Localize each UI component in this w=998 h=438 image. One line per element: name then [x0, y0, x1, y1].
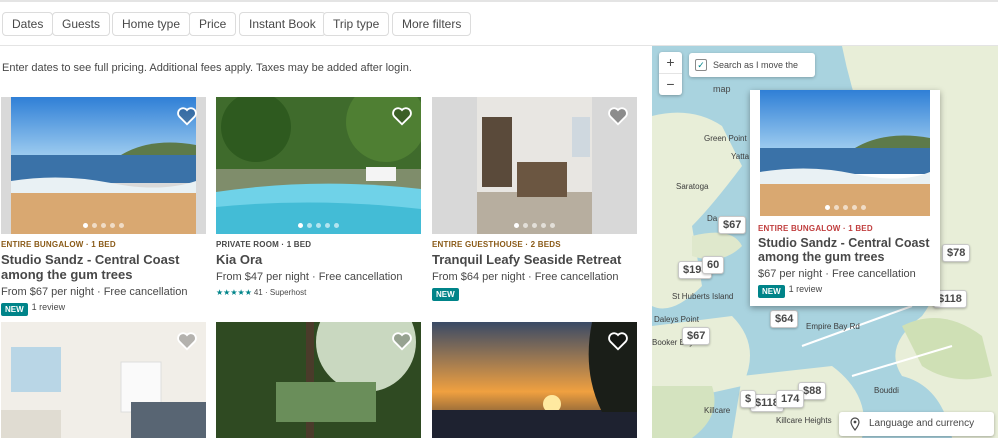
review-count: 1 review — [31, 302, 66, 312]
listing-type: PRIVATE ROOM · 1 BED — [216, 240, 312, 249]
rating-text: 41 · Superhost — [253, 288, 307, 297]
listing-price: From $47 per night · Free cancellation — [216, 271, 403, 283]
listing-photo[interactable] — [1, 322, 206, 438]
heart-icon[interactable] — [607, 105, 629, 127]
price-pin[interactable]: 174 — [776, 390, 805, 408]
rating-stars: ★★★★★ 41 · Superhost — [216, 288, 421, 297]
listing-photo[interactable] — [216, 97, 421, 234]
listing-photo[interactable] — [1, 97, 206, 234]
zoom-out-button[interactable]: − — [659, 73, 682, 94]
map-label-town: Da — [707, 214, 718, 223]
listing-card[interactable]: PRIVATE ROOM · 1 BED Kia Ora From $47 pe… — [216, 97, 421, 297]
map-label-town: St Huberts Island — [672, 292, 734, 301]
map[interactable]: Green Point Yatta Saratoga St Huberts Is… — [652, 46, 998, 438]
heart-icon[interactable] — [176, 330, 198, 352]
price-pin[interactable]: $67 — [718, 216, 747, 234]
filter-home-type-button[interactable]: Home type — [112, 12, 191, 36]
filter-guests-button[interactable]: Guests — [52, 12, 111, 36]
listing-card[interactable]: ENTIRE BUNGALOW · 1 BED Studio Sandz - C… — [1, 97, 206, 316]
listing-photo[interactable] — [432, 322, 637, 438]
checkbox-icon[interactable]: ✓ — [695, 59, 707, 71]
new-badge: NEW — [432, 288, 459, 301]
listing-title[interactable]: Tranquil Leafy Seaside Retreat — [432, 252, 637, 267]
listing-photo[interactable] — [432, 97, 637, 234]
zoom-in-button[interactable]: + — [659, 52, 682, 73]
heart-icon[interactable] — [391, 330, 413, 352]
listing-price: From $64 per night · Free cancellation — [432, 271, 619, 283]
popup-listing-type: ENTIRE BUNGALOW · 1 BED — [758, 224, 873, 233]
carousel-dots — [760, 205, 930, 210]
listing-card[interactable] — [216, 322, 421, 438]
map-label-town: Saratoga — [676, 182, 709, 191]
popup-listing-title[interactable]: Studio Sandz - Central Coast among the g… — [758, 236, 932, 264]
carousel-dots — [1, 223, 206, 228]
popup-photo[interactable] — [760, 90, 930, 216]
carousel-dots — [216, 223, 421, 228]
beach-image — [760, 90, 930, 216]
map-listing-popup[interactable]: ENTIRE BUNGALOW · 1 BED Studio Sandz - C… — [750, 90, 940, 306]
listing-card[interactable] — [1, 322, 206, 438]
listing-type: ENTIRE GUESTHOUSE · 2 BEDS — [432, 240, 561, 249]
listing-photo[interactable] — [216, 322, 421, 438]
filter-price-button[interactable]: Price — [189, 12, 237, 36]
filter-bar: Dates Guests Home type Price Instant Boo… — [0, 2, 998, 46]
heart-icon[interactable] — [391, 105, 413, 127]
price-pin[interactable]: 60 — [702, 256, 725, 274]
new-badge: NEW — [758, 285, 785, 298]
filter-dates-button[interactable]: Dates — [2, 12, 54, 36]
map-label-town: Killcare Heights — [776, 416, 832, 425]
map-label-town: Daleys Point — [654, 315, 699, 324]
price-pin[interactable]: $64 — [770, 310, 799, 328]
map-label-town: Bouddi — [874, 386, 899, 395]
carousel-dots — [432, 223, 637, 228]
location-pin-icon — [850, 417, 860, 431]
map-label-town: Killcare — [704, 406, 731, 415]
filter-trip-type-button[interactable]: Trip type — [323, 12, 390, 36]
price-pin[interactable]: $ — [740, 390, 757, 408]
map-label-road: Empire Bay Rd — [806, 322, 860, 331]
zoom-controls: + − — [659, 52, 682, 95]
heart-icon[interactable] — [176, 105, 198, 127]
popup-listing-price: $67 per night · Free cancellation — [758, 268, 916, 280]
search-as-move-toggle[interactable]: ✓ Search as I move the map — [689, 53, 815, 94]
language-currency-label: Language and currency — [869, 418, 975, 429]
listing-price: From $67 per night · Free cancellation — [1, 286, 188, 298]
language-currency-button[interactable]: Language and currency — [839, 412, 994, 436]
review-count: 1 review — [788, 284, 823, 294]
listing-title[interactable]: Kia Ora — [216, 252, 421, 267]
price-pin[interactable]: $78 — [942, 244, 971, 262]
listing-card[interactable] — [432, 322, 637, 438]
heart-icon[interactable] — [607, 330, 629, 352]
filter-instant-book-button[interactable]: Instant Book — [239, 12, 326, 36]
price-pin[interactable]: $67 — [682, 327, 711, 345]
listing-type: ENTIRE BUNGALOW · 1 BED — [1, 240, 116, 249]
filter-more-filters-button[interactable]: More filters — [392, 12, 472, 36]
new-badge: NEW — [1, 303, 28, 316]
map-label-town: Green Point — [704, 134, 747, 143]
pricing-notice: Enter dates to see full pricing. Additio… — [2, 62, 412, 74]
listing-title[interactable]: Studio Sandz - Central Coast among the g… — [1, 252, 206, 282]
map-label-town: Yatta — [731, 152, 750, 161]
listing-card[interactable]: ENTIRE GUESTHOUSE · 2 BEDS Tranquil Leaf… — [432, 97, 637, 301]
star-icons: ★★★★★ — [216, 288, 252, 297]
